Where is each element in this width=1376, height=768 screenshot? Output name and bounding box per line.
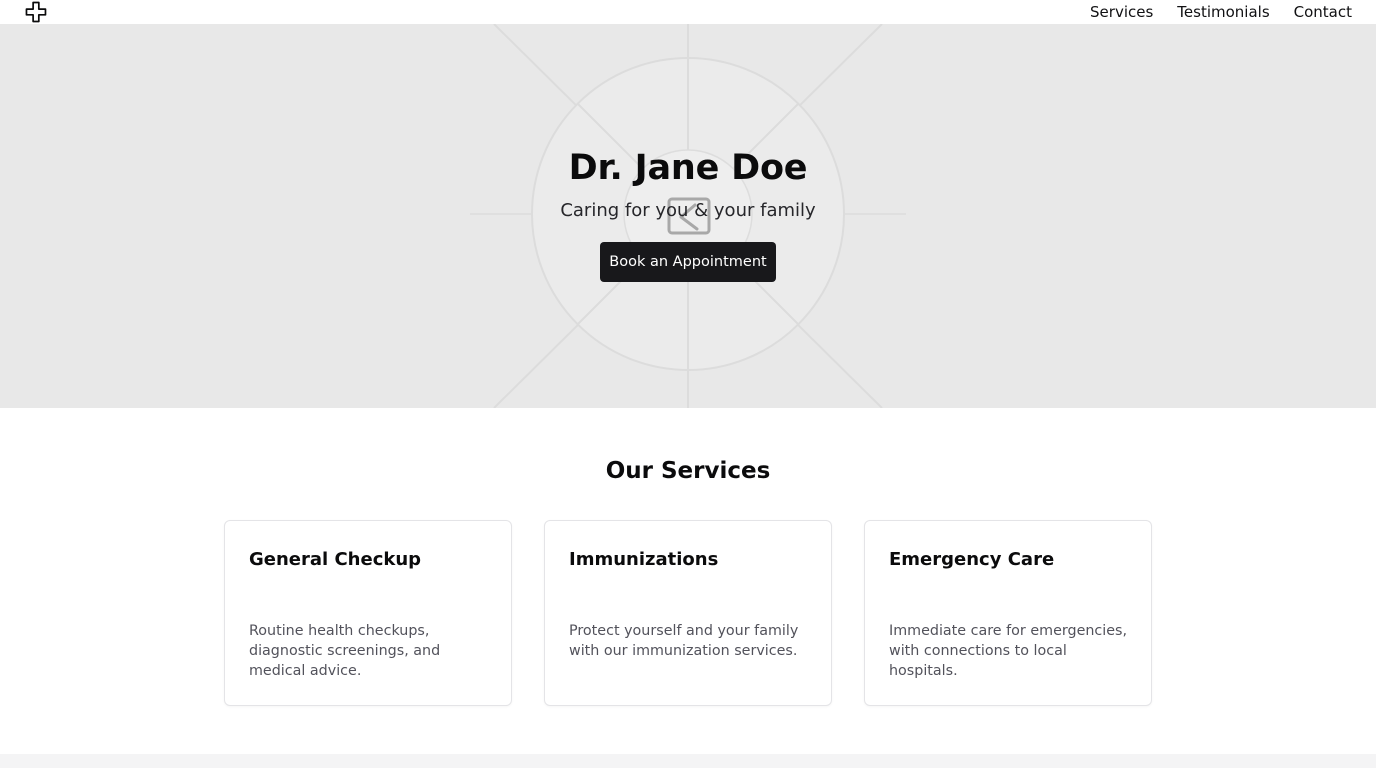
- next-section-edge: [0, 754, 1376, 768]
- services-title: Our Services: [605, 458, 771, 484]
- hero-subtitle: Caring for you & your family: [560, 200, 816, 221]
- services-section: Our Services General Checkup Routine hea…: [0, 408, 1376, 754]
- service-card-description: Protect yourself and your family with ou…: [569, 623, 799, 659]
- site-header: Services Testimonials Contact: [0, 0, 1376, 24]
- medical-cross-icon[interactable]: [24, 0, 48, 24]
- service-card-title: Emergency Care: [889, 549, 1055, 570]
- service-card-description: Routine health checkups, diagnostic scre…: [249, 623, 441, 679]
- book-appointment-button[interactable]: Book an Appointment: [600, 242, 776, 282]
- service-card-emergency-care: Emergency Care Immediate care for emerge…: [864, 520, 1152, 706]
- nav-link-testimonials[interactable]: Testimonials: [1177, 3, 1269, 21]
- service-card-immunizations: Immunizations Protect yourself and your …: [544, 520, 832, 706]
- service-card-description: Immediate care for emergencies, with con…: [889, 623, 1128, 679]
- nav-link-services[interactable]: Services: [1090, 3, 1153, 21]
- hero-title: Dr. Jane Doe: [568, 148, 808, 188]
- hero-section: Dr. Jane Doe Caring for you & your famil…: [0, 24, 1376, 408]
- hero-content: Dr. Jane Doe Caring for you & your famil…: [0, 24, 1376, 408]
- service-card-title: General Checkup: [249, 549, 422, 570]
- service-card-title: Immunizations: [569, 549, 719, 570]
- nav-link-contact[interactable]: Contact: [1294, 3, 1352, 21]
- service-card-general-checkup: General Checkup Routine health checkups,…: [224, 520, 512, 706]
- main-nav: Services Testimonials Contact: [1090, 0, 1352, 24]
